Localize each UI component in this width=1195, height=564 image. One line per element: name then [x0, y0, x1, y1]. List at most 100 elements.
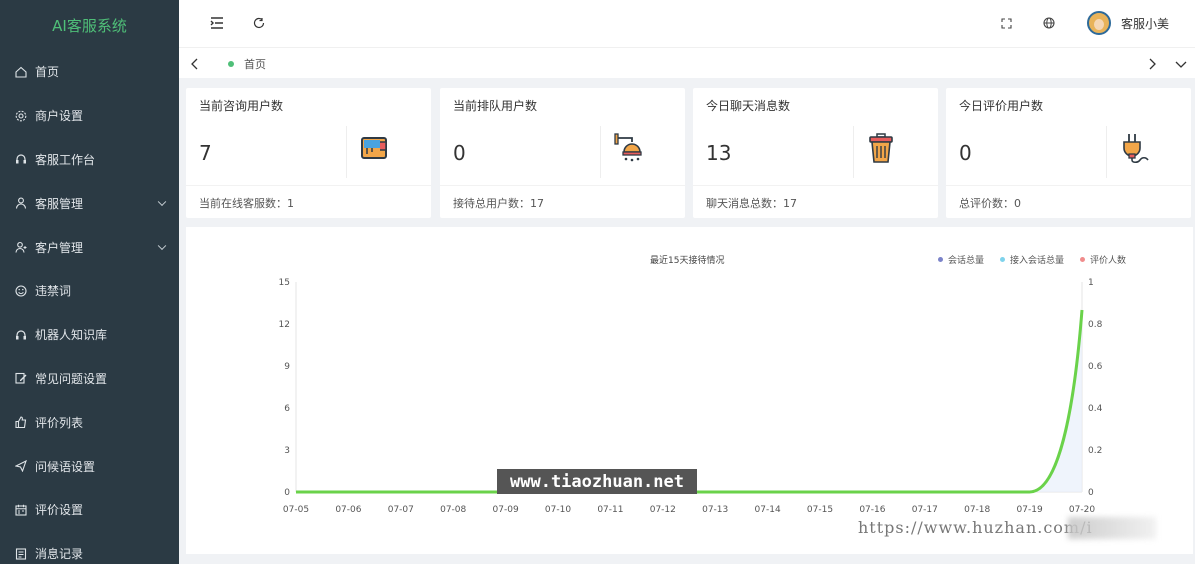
- x-tick-label: 07-15: [807, 505, 833, 515]
- tab-bar: 首页: [179, 47, 1195, 78]
- tab-scroll-right-icon[interactable]: [1144, 56, 1160, 72]
- card-value: 0: [959, 141, 972, 165]
- x-tick-label: 07-10: [545, 505, 571, 515]
- y-left-tick-label: 6: [284, 404, 290, 414]
- sidebar-item-label: 消息记录: [35, 547, 84, 562]
- language-globe-icon[interactable]: [1040, 14, 1058, 32]
- y-right-tick-label: 0.2: [1088, 446, 1102, 456]
- y-right-tick-label: 0: [1088, 488, 1094, 498]
- sidebar-item-7[interactable]: 常见问题设置: [0, 357, 179, 401]
- x-tick-label: 07-08: [440, 505, 466, 515]
- sidebar-item-5[interactable]: 违禁词: [0, 269, 179, 313]
- card-footer: 接待总用户数：17: [453, 197, 544, 210]
- menu-collapse-icon[interactable]: [208, 14, 226, 32]
- stat-card-current-consult: 当前咨询用户数 7 当前在线客服数：1: [186, 88, 431, 218]
- fullscreen-icon[interactable]: [997, 14, 1015, 32]
- y-left-tick-label: 15: [279, 278, 290, 288]
- card-value: 7: [199, 141, 212, 165]
- headset-icon: [15, 329, 27, 341]
- x-tick-label: 07-14: [755, 505, 781, 515]
- sidebar-item-label: 机器人知识库: [35, 328, 108, 343]
- chevron-down-icon: [157, 241, 167, 251]
- sidebar-item-label: 违禁词: [35, 284, 72, 299]
- sidebar-item-1[interactable]: 商户设置: [0, 94, 179, 138]
- trash-bin-icon: [865, 132, 897, 164]
- card-value: 13: [706, 141, 732, 165]
- sidebar-item-0[interactable]: 首页: [0, 50, 179, 94]
- line-chart: 0 3 6 9 12 15 0 0.2 0.4 0.6 0.8 1 07-05 07-06 07-07 07-…: [279, 278, 1103, 515]
- watermark-corner: https://www.huzhan.com/i: [858, 518, 1093, 537]
- stat-card-today-ratings: 今日评价用户数 0 总评价数：0: [946, 88, 1191, 218]
- x-tick-label: 07-20: [1069, 505, 1095, 515]
- sidebar-menu: 首页商户设置客服工作台客服管理客户管理违禁词机器人知识库 常见问题设置评价列表问候…: [0, 50, 179, 564]
- plug-icon: [1118, 132, 1150, 164]
- sidebar-item-4[interactable]: 客户管理: [0, 225, 179, 269]
- active-tab-dot: [228, 61, 234, 67]
- shower-icon: [612, 132, 644, 164]
- smile-icon: [15, 285, 27, 297]
- watermark-banner: www.tiaozhuan.net: [497, 469, 697, 494]
- x-tick-label: 07-06: [335, 505, 361, 515]
- stat-card-queue: 当前排队用户数 0 接待总用户数：17: [440, 88, 685, 218]
- user-menu[interactable]: 客服小美: [1086, 11, 1169, 35]
- sidebar-item-label: 客户管理: [35, 240, 84, 255]
- sidebar-item-label: 客服管理: [35, 196, 84, 211]
- sidebar: AI客服系统 首页 商户设置 客服工作台 客服管理 客户管理 违禁词 机器人知识库 常见问题设…: [0, 0, 179, 564]
- paint-bucket-icon: [358, 132, 390, 164]
- sidebar-item-10[interactable]: 评价设置: [0, 488, 179, 532]
- send-icon: [14, 459, 27, 473]
- gear-icon: [15, 110, 27, 122]
- edit-icon: [15, 372, 27, 385]
- refresh-icon[interactable]: [250, 14, 268, 32]
- home-icon: [15, 66, 27, 78]
- y-right-tick-label: 0.4: [1088, 404, 1103, 414]
- thumbs-up-icon: [15, 416, 27, 429]
- message-icon: [15, 548, 27, 560]
- x-tick-label: 07-19: [1017, 505, 1043, 515]
- chart-panel: 最近15天接待情况 会话总量 接入会话总量 评价人数 0 3 6 9 12 15 0 0.2 0…: [186, 227, 1193, 554]
- sidebar-item-label: 首页: [35, 65, 60, 80]
- highlight-series-line: [296, 309, 1084, 494]
- sidebar-item-8[interactable]: 评价列表: [0, 400, 179, 444]
- x-tick-label: 07-16: [859, 505, 885, 515]
- y-right-tick-label: 1: [1088, 278, 1094, 288]
- sidebar-item-2[interactable]: 客服工作台: [0, 138, 179, 182]
- sidebar-item-label: 问候语设置: [35, 459, 96, 474]
- chevron-down-icon: [157, 197, 167, 207]
- x-tick-label: 07-05: [283, 505, 309, 515]
- tab-label: 首页: [244, 58, 266, 71]
- sidebar-item-label: 评价设置: [35, 503, 84, 518]
- user-name: 客服小美: [1120, 16, 1169, 31]
- y-left-tick-label: 9: [284, 362, 290, 372]
- headset-icon: [15, 153, 27, 165]
- card-footer: 当前在线客服数：1: [199, 197, 294, 210]
- sidebar-item-label: 常见问题设置: [35, 371, 108, 386]
- card-footer: 聊天消息总数：17: [706, 197, 797, 210]
- y-left-tick-label: 3: [284, 446, 290, 456]
- stat-card-today-messages: 今日聊天消息数 13 聊天消息总数：17: [693, 88, 938, 218]
- sidebar-item-9[interactable]: 问候语设置: [0, 444, 179, 488]
- tab-home[interactable]: 首页: [228, 56, 266, 72]
- calendar-icon: [15, 504, 27, 516]
- top-header: 客服小美: [179, 0, 1195, 47]
- tab-scroll-left-icon[interactable]: [187, 56, 203, 72]
- user-icon: [15, 197, 27, 209]
- x-tick-label: 07-11: [597, 505, 623, 515]
- card-title: 当前排队用户数: [453, 99, 538, 113]
- sidebar-item-11[interactable]: 消息记录: [0, 532, 179, 564]
- y-left-tick-label: 12: [279, 320, 290, 330]
- x-tick-label: 07-07: [388, 505, 414, 515]
- sidebar-item-3[interactable]: 客服管理: [0, 181, 179, 225]
- card-footer: 总评价数：0: [959, 197, 1021, 210]
- card-title: 今日聊天消息数: [706, 99, 791, 113]
- x-tick-label: 07-09: [493, 505, 519, 515]
- x-tick-label: 07-13: [702, 505, 728, 515]
- sidebar-item-6[interactable]: 机器人知识库: [0, 313, 179, 357]
- tab-dropdown-icon[interactable]: [1173, 56, 1189, 72]
- y-left-tick-label: 0: [284, 488, 290, 498]
- card-title: 今日评价用户数: [959, 99, 1044, 113]
- sidebar-item-label: 商户设置: [35, 109, 84, 124]
- card-title: 当前咨询用户数: [199, 99, 284, 113]
- y-right-tick-label: 0.8: [1088, 320, 1103, 330]
- sidebar-item-label: 客服工作台: [35, 152, 96, 167]
